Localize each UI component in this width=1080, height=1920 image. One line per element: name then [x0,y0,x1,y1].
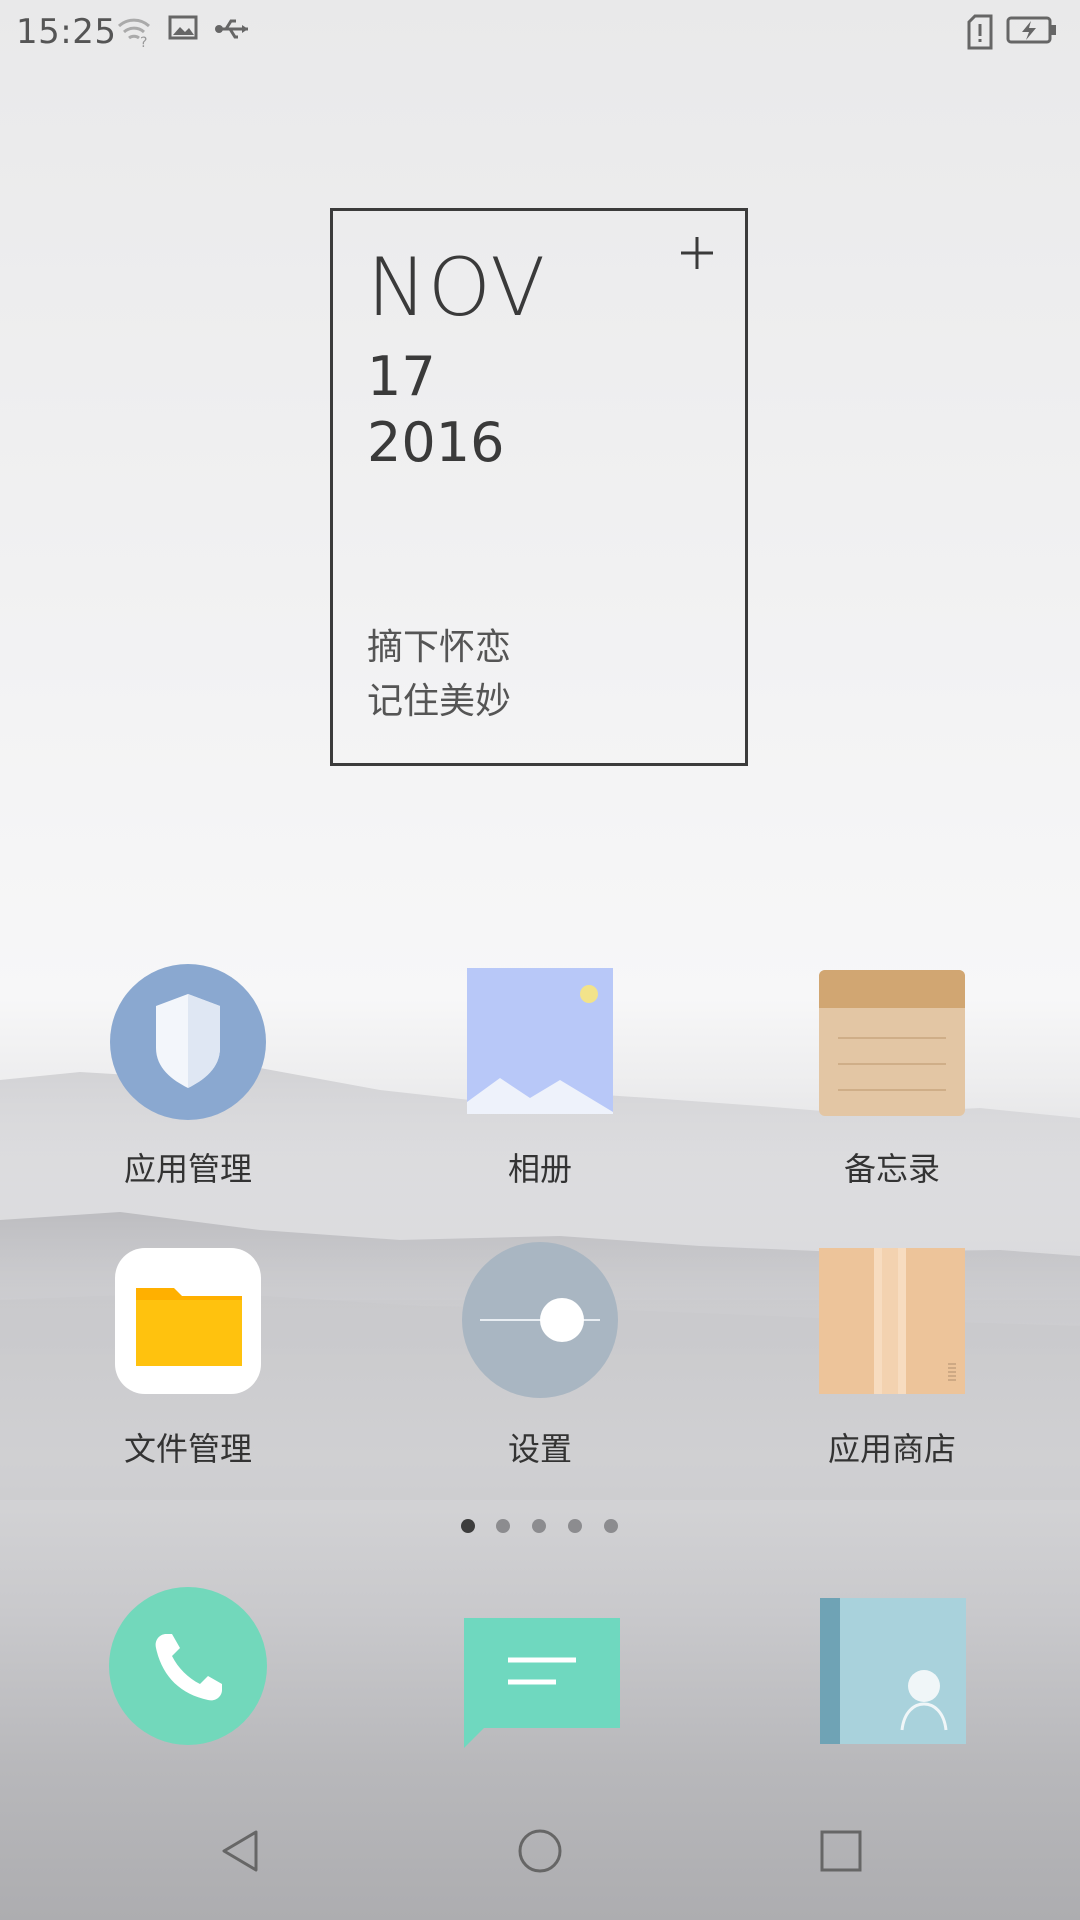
contacts-icon[interactable] [818,1594,978,1754]
home-icon[interactable] [515,1826,565,1876]
page-dot[interactable] [604,1519,618,1533]
message-icon[interactable] [462,1600,622,1760]
widget-year: 2016 [367,411,505,474]
page-dot[interactable] [532,1519,546,1533]
notepad-icon [819,970,965,1116]
wifi-question-icon: ? [117,18,151,48]
widget-day: 17 [367,345,436,408]
status-time: 15:25 [16,12,117,52]
phone-icon[interactable] [108,1586,268,1746]
plus-icon[interactable] [677,233,717,273]
widget-month: NOV [367,241,547,334]
shield-icon [110,964,266,1120]
svg-text:?: ? [140,35,147,48]
app-label: 应用管理 [123,1150,252,1188]
gallery-icon [467,968,613,1114]
widget-quote-line2: 记住美妙 [367,681,512,722]
settings-toggle-icon [462,1242,618,1398]
page-indicator [0,1516,1080,1536]
app-gallery[interactable]: 相册 [430,962,650,1192]
page-dot-active[interactable] [461,1519,475,1533]
widget-quote: 摘下怀恋 记住美妙 [367,621,511,729]
image-notification-icon [168,15,198,40]
app-notes[interactable]: 备忘录 [782,962,1002,1192]
folder-icon [115,1248,261,1394]
app-label: 应用商店 [827,1430,956,1468]
app-store-box-icon [819,1248,965,1394]
app-app-manager[interactable]: 应用管理 [78,962,298,1192]
app-store[interactable]: 应用商店 [782,1242,1002,1472]
page-dot[interactable] [496,1519,510,1533]
back-icon[interactable] [216,1826,266,1876]
app-label: 设置 [507,1430,572,1468]
app-settings[interactable]: 设置 [430,1242,650,1472]
battery-charging-icon [1006,16,1056,44]
calendar-widget[interactable]: NOV 17 2016 摘下怀恋 记住美妙 [330,208,748,766]
usb-icon [215,19,248,39]
app-label: 文件管理 [123,1430,252,1468]
app-file-manager[interactable]: 文件管理 [78,1242,298,1472]
page-dot[interactable] [568,1519,582,1533]
recents-icon[interactable] [816,1826,866,1876]
status-bar: 15:25 ? [0,0,1080,66]
widget-quote-line1: 摘下怀恋 [367,627,512,668]
sim-alert-icon [967,14,993,50]
app-label: 备忘录 [843,1150,940,1188]
app-label: 相册 [507,1150,572,1188]
